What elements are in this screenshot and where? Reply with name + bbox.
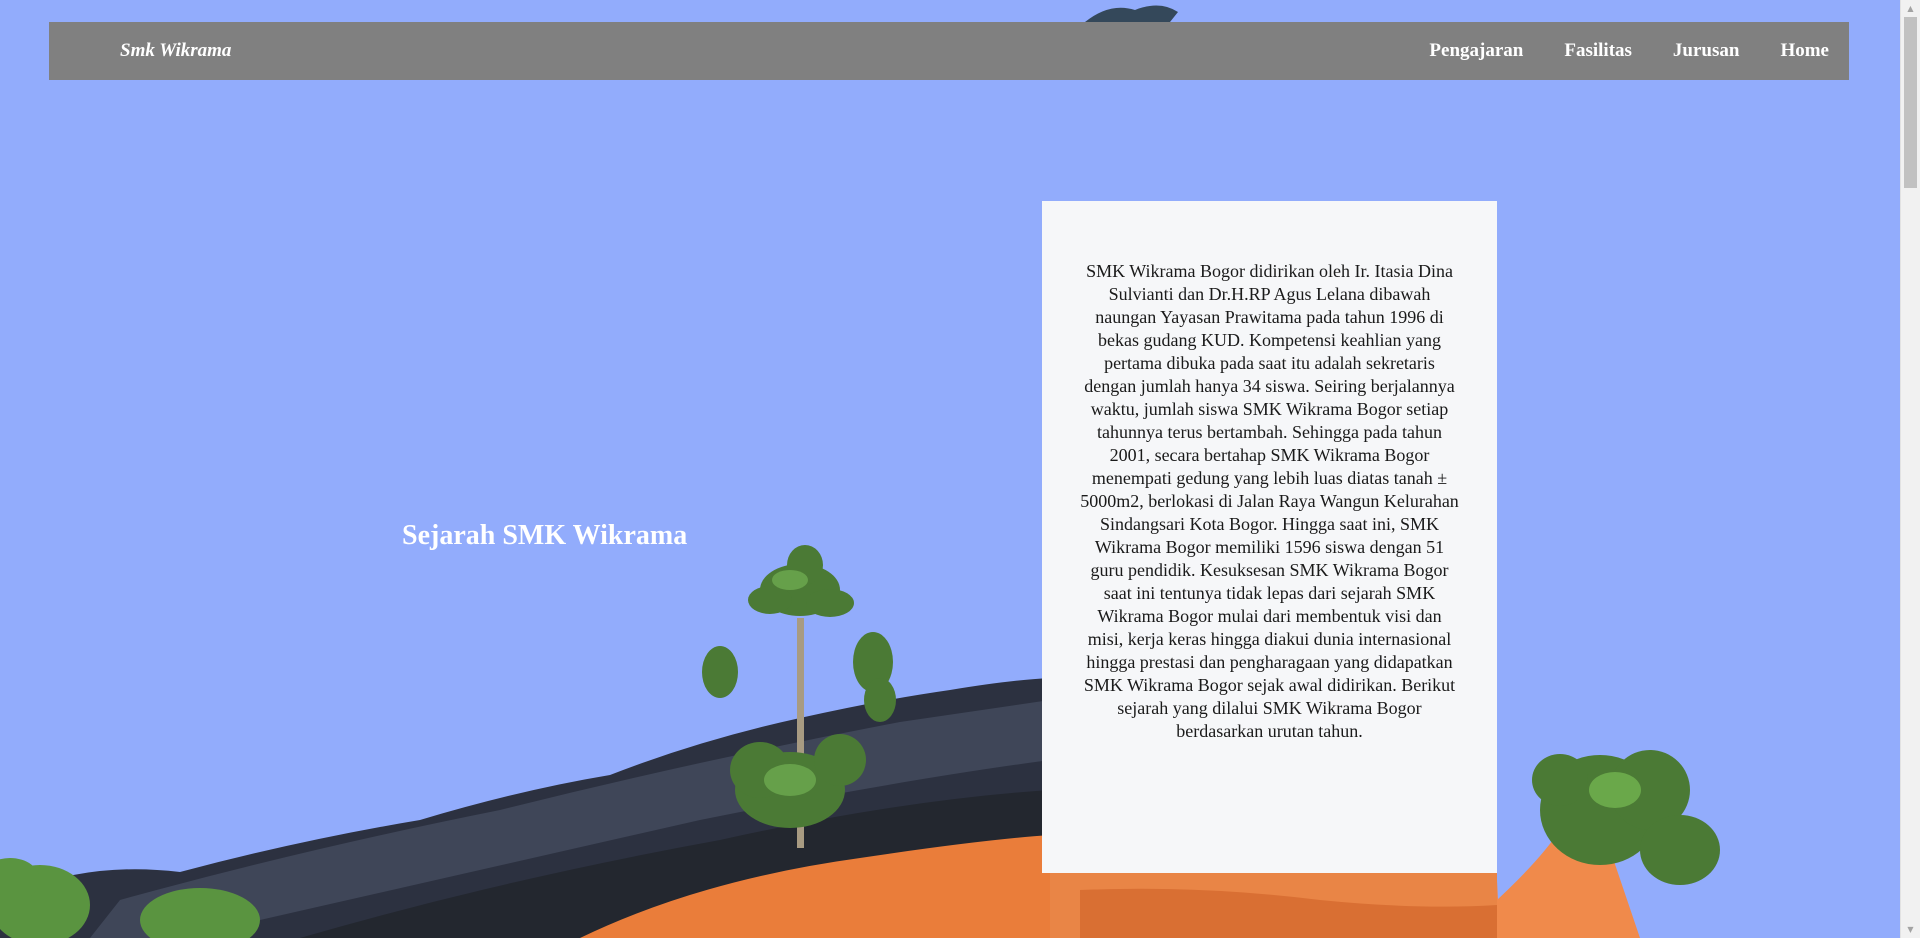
history-text: SMK Wikrama Bogor didirikan oleh Ir. Ita…: [1080, 261, 1459, 741]
scroll-up-arrow-icon[interactable]: ▲: [1901, 0, 1920, 17]
scrollbar-thumb[interactable]: [1904, 17, 1917, 188]
brand-link[interactable]: Smk Wikrama: [120, 40, 231, 62]
nav-link-jurusan[interactable]: Jurusan: [1673, 40, 1740, 62]
page: Smk Wikrama Pengajaran Fasilitas Jurusan…: [0, 0, 1920, 938]
navbar: Smk Wikrama Pengajaran Fasilitas Jurusan…: [49, 22, 1849, 80]
history-card: SMK Wikrama Bogor didirikan oleh Ir. Ita…: [1042, 201, 1497, 873]
nav-link-pengajaran[interactable]: Pengajaran: [1429, 40, 1523, 62]
nav-link-fasilitas[interactable]: Fasilitas: [1564, 40, 1632, 62]
school-building-background-image: [0, 0, 1900, 938]
nav-link-home[interactable]: Home: [1780, 40, 1829, 62]
hero-title: Sejarah SMK Wikrama: [402, 520, 688, 551]
vertical-scrollbar[interactable]: ▲ ▼: [1900, 0, 1920, 938]
scroll-down-arrow-icon[interactable]: ▼: [1901, 921, 1920, 938]
nav-links: Pengajaran Fasilitas Jurusan Home: [1388, 40, 1829, 62]
